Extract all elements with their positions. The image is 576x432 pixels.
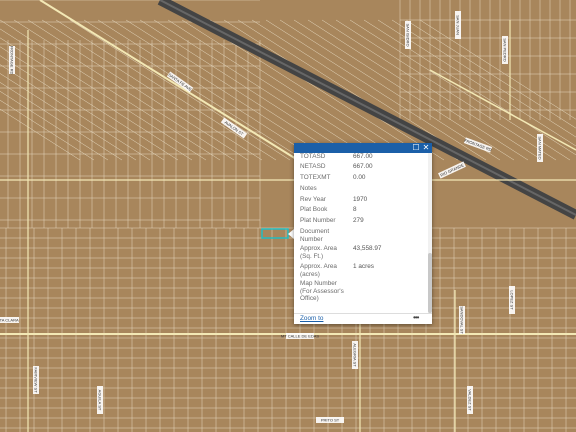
street-label: SAN PEDRO: [502, 36, 508, 64]
attr-label: NETASD: [300, 163, 326, 170]
street-label-text: SANDOVAL ST: [460, 306, 465, 334]
street-label-text: LOPEZ ST: [510, 290, 515, 310]
street-label-text: VALDEZ ST: [468, 389, 473, 411]
attr-label: Rev Year: [300, 196, 326, 203]
street-label-text: FRONTAGE RD: [10, 46, 15, 75]
popup-scrollbar[interactable]: [428, 153, 432, 313]
street-label: AGUILA ST: [97, 386, 103, 414]
map-canvas[interactable]: FRONTAGE RDSANTA FE AVESAN ISIDRO SAN JUA…: [0, 0, 576, 432]
street-label-text: SAN JUAN: [456, 15, 461, 35]
street-label: LOPEZ ST: [509, 286, 515, 314]
close-icon[interactable]: ✕: [421, 143, 431, 153]
attr-value: 43,558.97: [353, 245, 382, 252]
attr-value: 279: [353, 217, 364, 224]
attr-value: 0.00: [353, 174, 366, 181]
attr-value: 8: [353, 206, 357, 213]
street-label-text: SAN ISIDRO: [406, 23, 411, 46]
attr-value: 667.00: [353, 163, 373, 170]
attr-label: TOTEXMT: [300, 174, 331, 181]
street-label: MT CALLE DE EDAS: [281, 333, 319, 339]
attr-label: Document Number: [300, 228, 330, 243]
attr-label: Plat Book: [300, 206, 328, 213]
street-label: SAN MATEO: [537, 134, 543, 162]
street-label-text: SAN MATEO: [538, 136, 543, 159]
attr-value: 1 acres: [353, 263, 374, 270]
attr-value: 667.00: [353, 153, 373, 160]
street-label: ALEGRIA ST: [352, 341, 358, 369]
parcel-popup: ☐ ✕ TOTASD 667.00 NETASD 667.00 TOTEXMT …: [294, 143, 432, 324]
attr-label: TOTASD: [300, 153, 326, 160]
street-label: VALDEZ ST: [467, 386, 473, 414]
street-label-text: SAN PEDRO: [503, 38, 508, 62]
more-options-icon[interactable]: •••: [413, 313, 419, 322]
street-label-text: AGUILA ST: [98, 390, 103, 411]
attr-label: Approx. Area (Sq. Ft.): [300, 245, 337, 260]
street-label: FRONTAGE RD: [9, 46, 15, 75]
street-label: SANDOVAL ST: [459, 306, 465, 334]
attr-label: Plat Number: [300, 217, 336, 224]
street-label-text: FAIRVIEW ST: [34, 367, 39, 393]
street-label-text: SANTA CLARA: [0, 318, 19, 323]
popup-scrollbar-thumb[interactable]: [428, 253, 432, 313]
street-label-text: ALEGRIA ST: [353, 343, 358, 367]
zoom-to-link[interactable]: Zoom to: [300, 315, 323, 322]
street-label-text: PRITO ST: [321, 418, 340, 423]
attr-label: Notes: [300, 185, 317, 192]
street-label: SANTA CLARA: [0, 317, 19, 323]
street-label: PRITO ST: [316, 417, 344, 423]
popup-attribute-list[interactable]: TOTASD 667.00 NETASD 667.00 TOTEXMT 0.00…: [294, 153, 428, 313]
popup-footer: Zoom to •••: [294, 313, 432, 325]
popup-header: ☐ ✕: [294, 143, 432, 153]
attr-label: Map Number (For Assessor's Office): [300, 280, 344, 303]
attr-label: Approx. Area (acres): [300, 263, 337, 278]
attr-value: 1970: [353, 196, 368, 203]
street-label: SAN JUAN: [455, 11, 461, 39]
street-label-text: MT CALLE DE EDAS: [281, 334, 319, 339]
street-label: FAIRVIEW ST: [33, 366, 39, 394]
street-label: SAN ISIDRO: [405, 21, 411, 49]
maximize-icon[interactable]: ☐: [411, 143, 421, 153]
